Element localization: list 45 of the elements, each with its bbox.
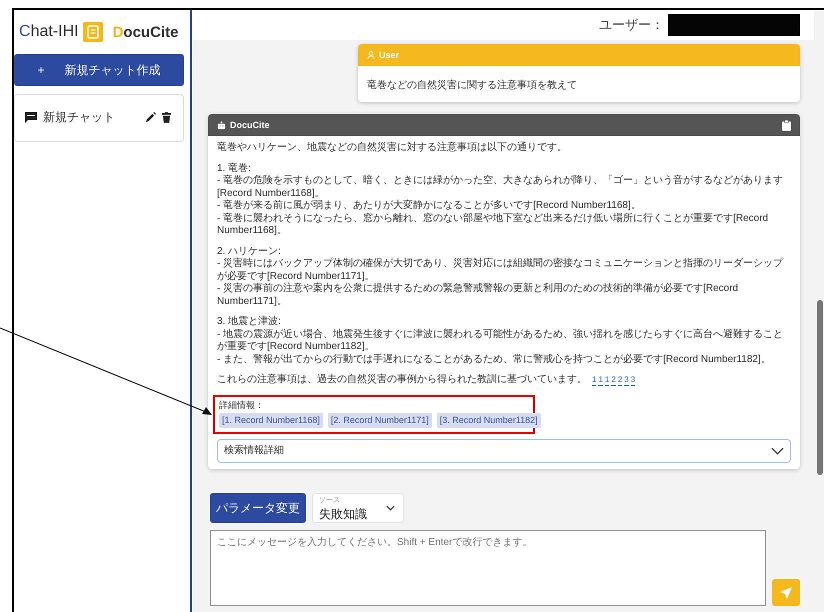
message-input[interactable]: ここにメッセージを入力してください。Shift + Enterで改行できます。 bbox=[210, 530, 766, 606]
answer-line: 竜巻やハリケーン、地震などの自然災害に対する注意事項は以下の通りです。 bbox=[217, 142, 568, 154]
answer-line: - 災害時にはバックアップ体制の確保が大切であり、災害対応には組織間の密接なコミュニケーションと指揮のリーダーシップが必要です[Record Number1171]。 bbox=[217, 258, 784, 282]
user-label: ユーザー： bbox=[599, 16, 664, 34]
citation-link[interactable]: 1 bbox=[598, 375, 603, 386]
author-name: DocuCite bbox=[230, 120, 270, 130]
chat-item[interactable]: 新規チャット bbox=[43, 109, 139, 126]
answer-line: これらの注意事項は、過去の自然災害の事例から得られた教訓に基づいています。 bbox=[217, 374, 587, 386]
citation-link[interactable]: 1 bbox=[604, 375, 610, 386]
citation-link[interactable]: 2 bbox=[611, 375, 616, 386]
reference-chip[interactable]: [3. Record Number1182] bbox=[436, 412, 541, 428]
source-value: 失敗知識 bbox=[319, 507, 367, 522]
answer-line: 1. 竜巻: bbox=[217, 162, 252, 174]
citation-link[interactable]: 2 bbox=[618, 375, 622, 386]
document-icon bbox=[82, 22, 103, 42]
send-icon bbox=[780, 586, 792, 598]
robot-icon bbox=[217, 120, 226, 130]
parameter-change-button[interactable]: パラメータ変更 bbox=[210, 493, 306, 523]
answer-line: - 地震の震源が近い場合、地震発生後すぐに津波に襲われる可能性があるため、強い揺れを感じたらすぐに高台へ避難することが重要です[Record Number1182]。 bbox=[217, 328, 784, 354]
logo-text: Chat-IHI bbox=[19, 23, 79, 41]
pencil-icon[interactable] bbox=[145, 112, 156, 123]
details-label: 詳細情報： bbox=[219, 400, 265, 411]
logo-text: DocuCite bbox=[112, 24, 178, 40]
answer-line: - 竜巻に襲われそうになったら、窓から離れ、窓のない部屋や地下室など出来るだけ低い場所に行くことが重要です[Record Number1168]。 bbox=[217, 212, 770, 238]
answer-line: 3. 地震と津波: bbox=[217, 316, 282, 328]
clipboard-icon[interactable] bbox=[782, 120, 791, 130]
citation-link[interactable]: 3 bbox=[624, 375, 629, 386]
reference-chip[interactable]: [1. Record Number1168] bbox=[219, 412, 323, 428]
citation-link[interactable]: 1 bbox=[592, 375, 596, 386]
citation-link[interactable]: 3 bbox=[630, 375, 636, 386]
reference-chip[interactable]: [2. Record Number1171] bbox=[328, 412, 432, 428]
answer-line: - 竜巻の危険を示すものとして、暗く、ときには緑がかった空、大きなあられが降り、「ゴー」という音がするなどがあります[Record Number1168]。 bbox=[217, 175, 784, 200]
chat-bubble-icon bbox=[25, 112, 37, 123]
author-name: User bbox=[379, 50, 400, 60]
answer-line: 2. ハリケーン: bbox=[217, 246, 282, 258]
answer-line: - また、警報が出てからの行動では手遅れになることがあるため、常に警戒心を持つことが必要です[Record Number1182]。 bbox=[217, 354, 772, 366]
message-text: 竜巻などの自然災害に関する注意事項を教えて bbox=[367, 80, 577, 91]
chevron-down-icon bbox=[771, 447, 784, 455]
new-chat-button[interactable]: + 新規チャット作成 bbox=[14, 54, 184, 86]
answer-line: - 災害の事前の注意や案内を公衆に提供するための緊急警戒警報の更新と利用のための技術的準備が必要です[Record Number1171]。 bbox=[217, 283, 740, 308]
search-details-dropdown[interactable]: 検索情報詳細 bbox=[217, 439, 791, 463]
chevron-down-icon bbox=[386, 505, 395, 511]
trash-icon[interactable] bbox=[162, 112, 171, 123]
person-icon bbox=[367, 51, 375, 59]
answer-line: - 竜巻が来る前に風が弱まり、あたりが大変静かになることが多いです[Record Number1168]。 bbox=[217, 200, 642, 212]
